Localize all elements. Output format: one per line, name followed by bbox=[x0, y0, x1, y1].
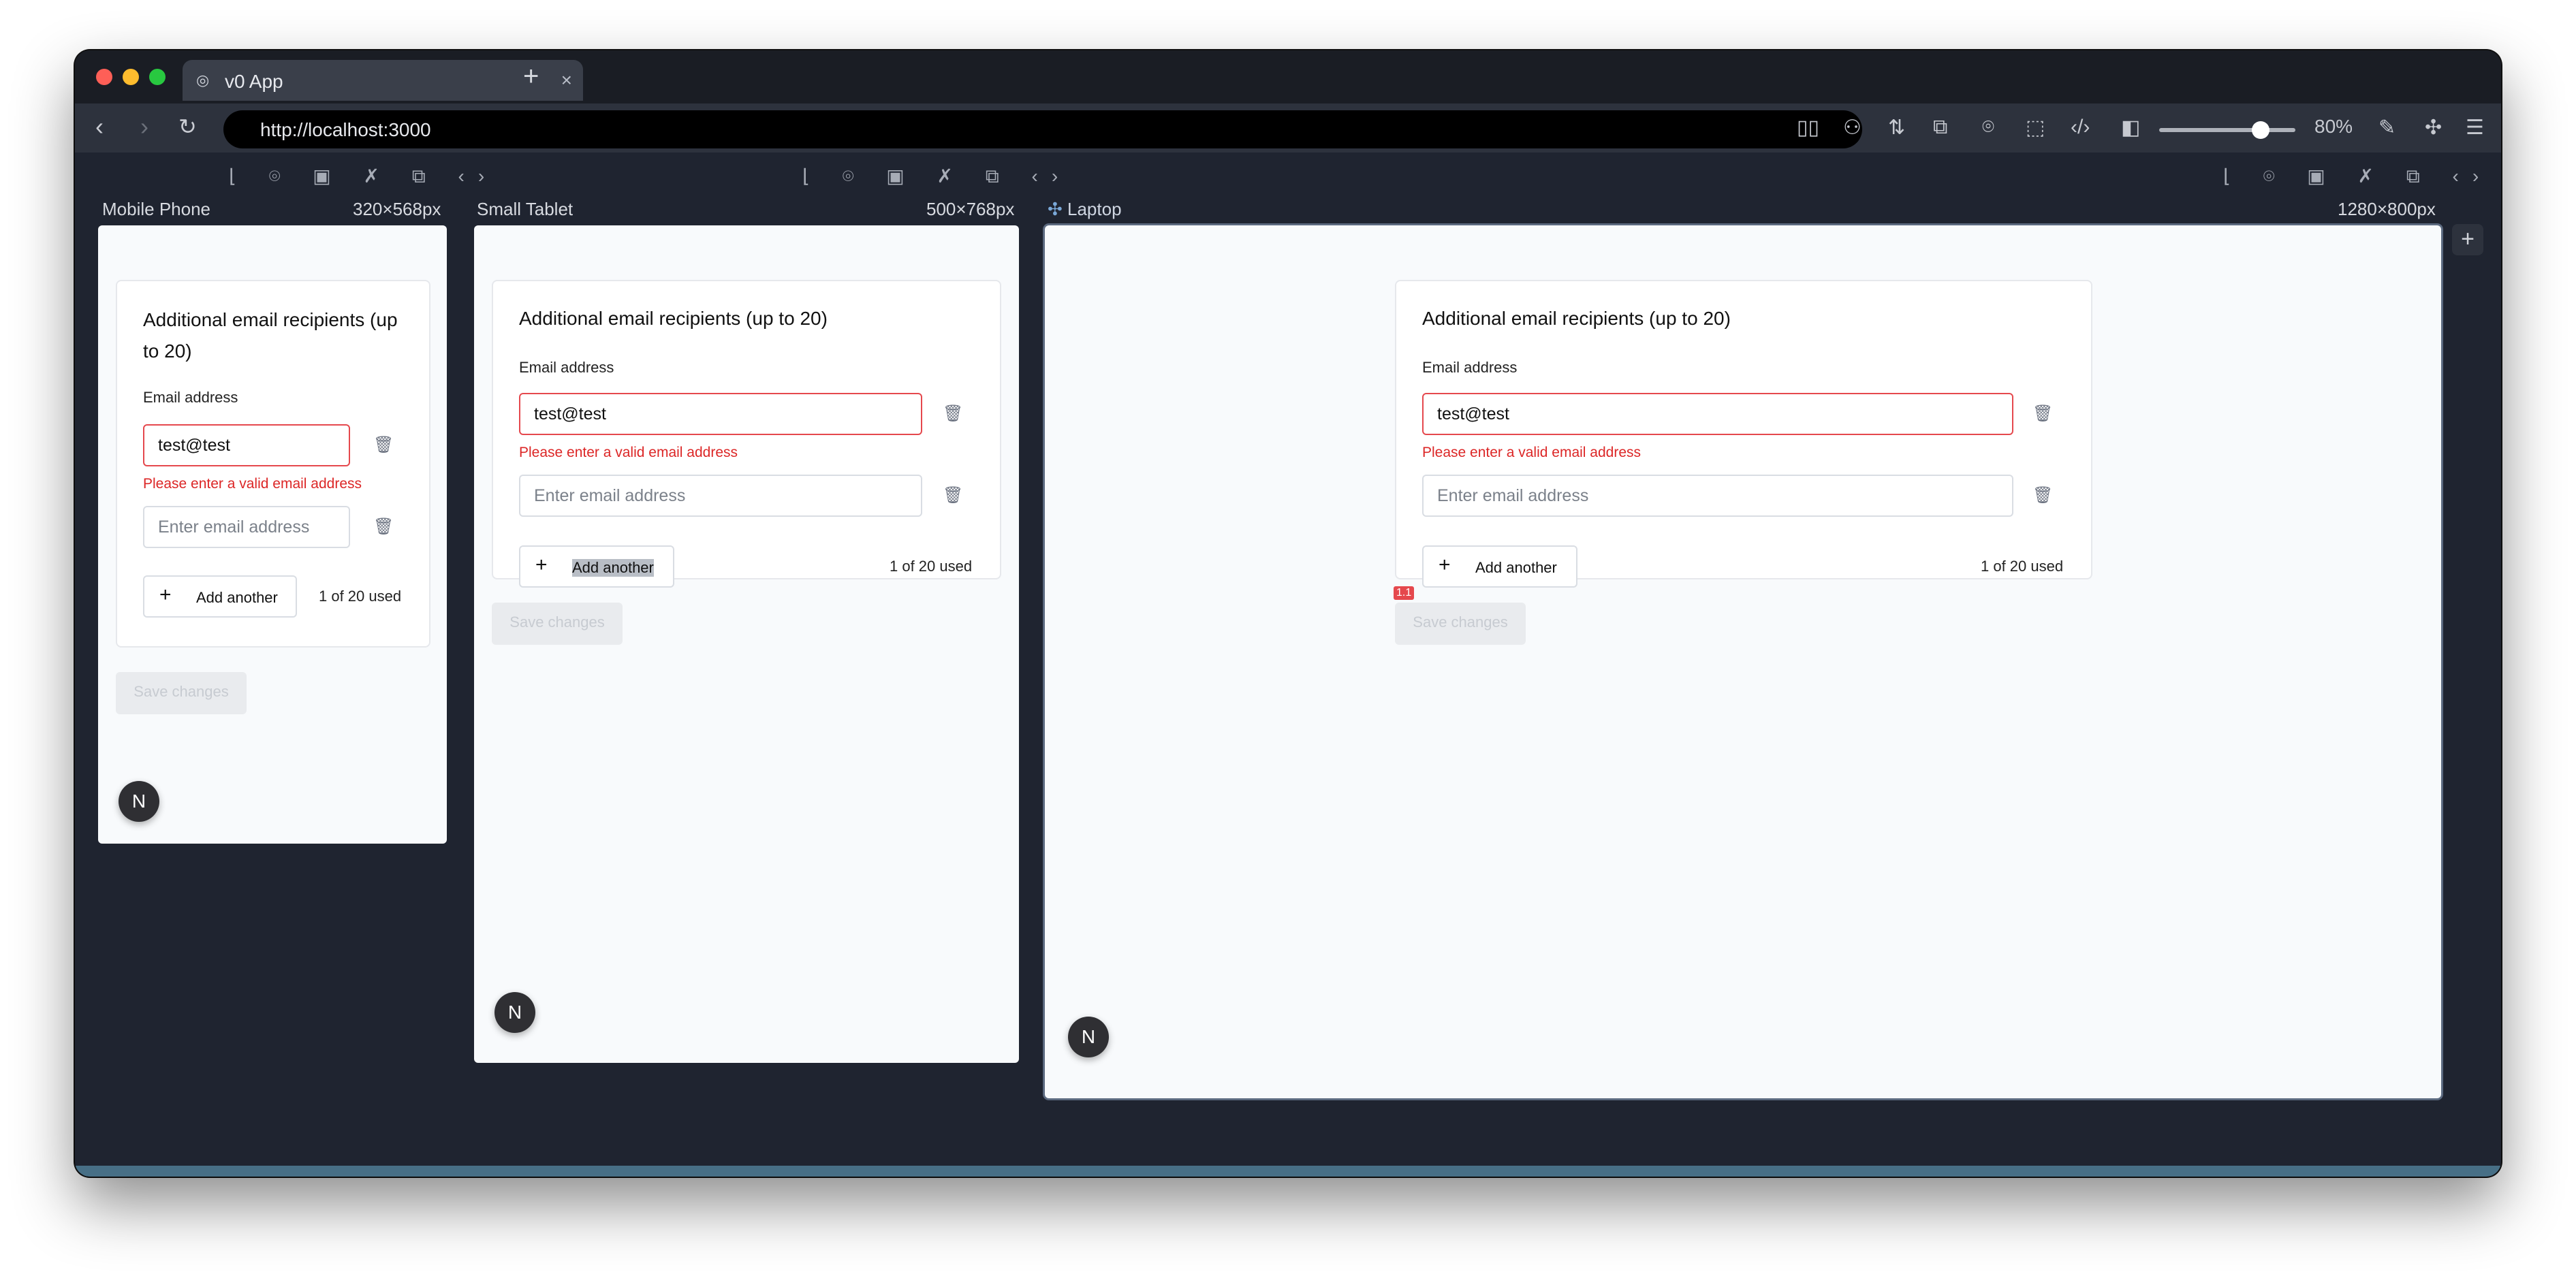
email-input[interactable]: test@test bbox=[519, 393, 922, 435]
usage-count: 1 of 20 used bbox=[319, 588, 402, 605]
trash-icon[interactable]: 🗑 bbox=[373, 435, 394, 454]
devices-icon[interactable]: ⧉ bbox=[1933, 116, 1947, 143]
error-message: Please enter a valid email address bbox=[1422, 445, 1642, 460]
add-device-button[interactable]: + bbox=[2452, 224, 2483, 255]
sort-icon[interactable]: ⇅ bbox=[1888, 116, 1905, 143]
layout-icon[interactable]: ▯▯ bbox=[1797, 116, 1819, 143]
usage-count: 1 of 20 used bbox=[890, 558, 973, 575]
laptop-frame: Additional email recipients (up to 20) E… bbox=[1045, 225, 2441, 1098]
device-label: ✣ Laptop bbox=[1048, 199, 1122, 220]
add-another-label: Add another bbox=[1475, 559, 1557, 576]
trash-icon[interactable]: 🗑 bbox=[943, 485, 963, 505]
bottom-strip bbox=[75, 1166, 2501, 1177]
error-message: Please enter a valid email address bbox=[143, 476, 362, 492]
minimize-window-button[interactable] bbox=[123, 69, 139, 85]
browser-window: ◎ v0 App × + ‹ › ↻ http://localhost:3000… bbox=[75, 50, 2501, 1177]
small-tablet-frame: Additional email recipients (up to 20) E… bbox=[474, 225, 1019, 1063]
email-input-empty[interactable]: Enter email address bbox=[143, 506, 350, 548]
save-changes-button[interactable]: Save changes bbox=[116, 672, 247, 714]
trash-icon[interactable]: 🗑 bbox=[943, 404, 963, 423]
reload-icon[interactable]: ↻ bbox=[178, 113, 197, 140]
email-label: Email address bbox=[519, 359, 614, 376]
device-label: Small Tablet bbox=[477, 199, 574, 219]
globe-icon: ◎ bbox=[196, 71, 210, 89]
add-another-button[interactable]: + Add another bbox=[519, 545, 674, 588]
device-toolbar-icons[interactable]: ⌊ ⌾ ▣ ✗ ⧉ ‹› bbox=[229, 165, 498, 188]
add-another-label: Add another bbox=[572, 559, 654, 577]
element-marker: 1.1 bbox=[1394, 586, 1415, 600]
pen-icon[interactable]: ✎ bbox=[2378, 116, 2396, 143]
forward-icon[interactable]: › bbox=[140, 113, 148, 140]
zoom-slider-thumb[interactable] bbox=[2252, 121, 2269, 139]
camera-icon[interactable]: ⌾ bbox=[1982, 116, 1994, 143]
device-toolbar-icons[interactable]: ⌊ ⌾ ▣ ✗ ⧉ ‹› bbox=[2223, 165, 2492, 188]
close-tab-icon[interactable]: × bbox=[561, 69, 572, 91]
email-input[interactable]: test@test bbox=[143, 424, 350, 466]
device-label: Mobile Phone bbox=[102, 199, 210, 219]
new-tab-button[interactable]: + bbox=[523, 63, 539, 90]
device-size: 1280×800px bbox=[2338, 199, 2436, 219]
url-text: http://localhost:3000 bbox=[260, 119, 431, 140]
settings-sliders-icon[interactable]: ☰ bbox=[2466, 116, 2484, 143]
save-changes-button[interactable]: Save changes bbox=[492, 603, 623, 645]
email-input[interactable]: test@test bbox=[1422, 393, 2013, 435]
save-changes-button[interactable]: Save changes bbox=[1395, 603, 1526, 645]
user-icon[interactable]: ⚇ bbox=[1843, 116, 1862, 143]
zoom-level: 80% bbox=[2314, 116, 2353, 137]
device-size: 500×768px bbox=[926, 199, 1015, 219]
trash-icon[interactable]: 🗑 bbox=[2032, 485, 2053, 505]
cursor-icon[interactable]: ⬚ bbox=[2026, 116, 2045, 143]
email-label: Email address bbox=[143, 389, 238, 406]
error-message: Please enter a valid email address bbox=[519, 445, 738, 460]
sidebar-icon[interactable]: ◧ bbox=[2121, 116, 2140, 143]
trash-icon[interactable]: 🗑 bbox=[2032, 404, 2053, 423]
puzzle-icon: ✣ bbox=[1048, 199, 1068, 219]
maximize-window-button[interactable] bbox=[149, 69, 166, 85]
back-icon[interactable]: ‹ bbox=[95, 113, 104, 140]
email-card: Additional email recipients (up to 20) E… bbox=[492, 280, 1001, 588]
extensions-icon[interactable]: ✣ bbox=[2425, 116, 2442, 143]
nextjs-badge[interactable]: N bbox=[1068, 1017, 1109, 1057]
plus-icon: + bbox=[1439, 554, 1451, 576]
nextjs-badge[interactable]: N bbox=[494, 992, 535, 1033]
title-bar: ◎ v0 App × + bbox=[75, 50, 2501, 103]
code-icon[interactable]: ‹/› bbox=[2071, 116, 2090, 143]
email-card: Additional email recipients (up to 20) E… bbox=[1395, 280, 2092, 588]
tab-title: v0 App bbox=[225, 71, 283, 92]
add-another-button[interactable]: + Add another bbox=[1422, 545, 1577, 588]
nextjs-badge[interactable]: N bbox=[119, 781, 159, 822]
usage-count: 1 of 20 used bbox=[1981, 558, 2064, 575]
trash-icon[interactable]: 🗑 bbox=[373, 517, 394, 536]
add-another-label: Add another bbox=[196, 589, 278, 606]
plus-icon: + bbox=[535, 554, 548, 576]
card-title: Additional email recipients (up to 20) bbox=[1422, 308, 1731, 329]
email-input-empty[interactable]: Enter email address bbox=[1422, 475, 2013, 517]
device-size: 320×568px bbox=[353, 199, 441, 219]
mobile-phone-frame: Additional email recipients (up to 20) E… bbox=[98, 225, 447, 844]
plus-icon: + bbox=[159, 584, 172, 606]
close-window-button[interactable] bbox=[96, 69, 112, 85]
email-card: Additional email recipients (up to 20) E… bbox=[116, 280, 430, 648]
email-label: Email address bbox=[1422, 359, 1518, 376]
device-toolbar-icons[interactable]: ⌊ ⌾ ▣ ✗ ⧉ ‹› bbox=[802, 165, 1071, 188]
zoom-slider[interactable] bbox=[2159, 121, 2295, 139]
device-label-text: Laptop bbox=[1067, 199, 1122, 219]
card-title: Additional email recipients (up to 20) bbox=[143, 309, 398, 362]
card-title: Additional email recipients (up to 20) bbox=[519, 308, 828, 329]
url-bar[interactable]: http://localhost:3000 bbox=[223, 110, 1862, 148]
email-input-empty[interactable]: Enter email address bbox=[519, 475, 922, 517]
add-another-button[interactable]: + Add another bbox=[143, 575, 297, 618]
